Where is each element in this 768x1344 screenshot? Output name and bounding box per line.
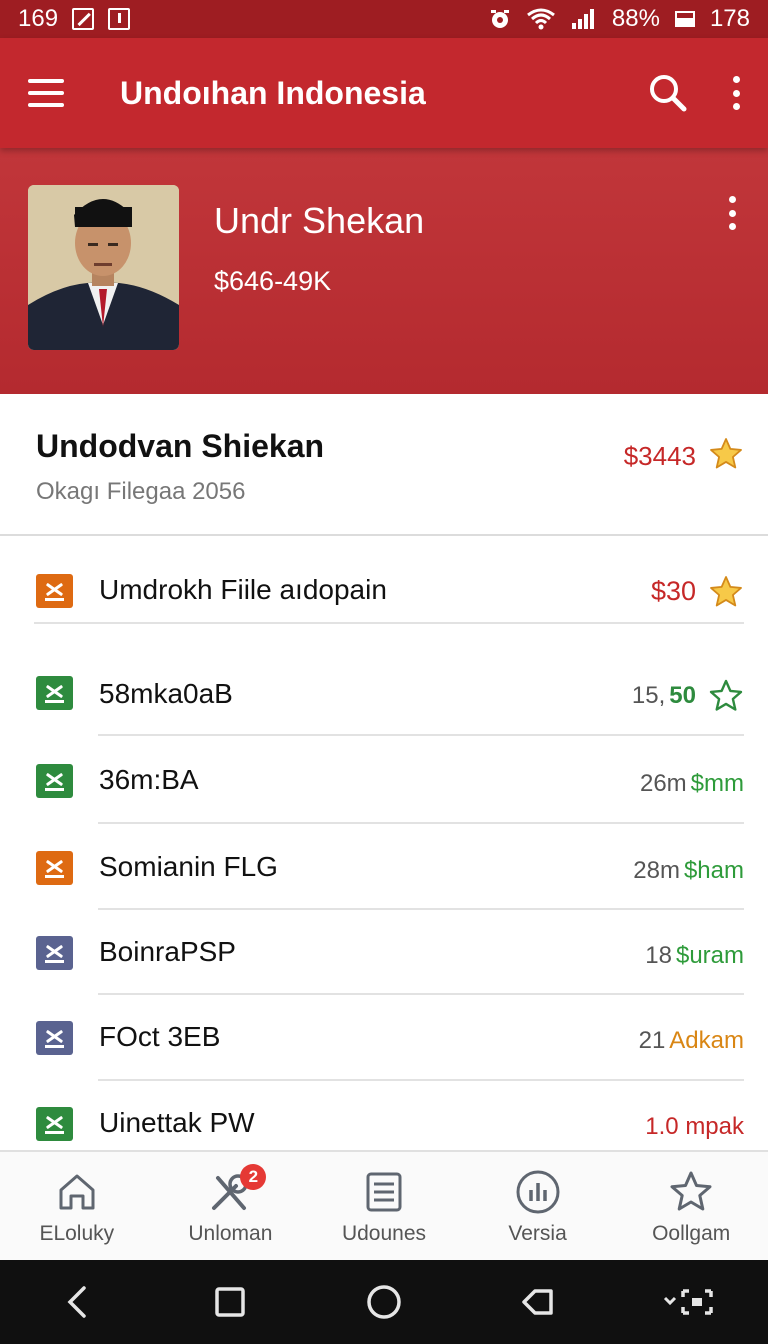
list-icon [366,1172,402,1212]
list-item-quantity: 15, [631,682,666,709]
back-icon[interactable] [47,1272,107,1332]
nav-label: Udounes [341,1222,427,1245]
notification-badge: 2 [240,1164,267,1190]
list-item-quantity: 26m [639,770,687,797]
nav-item-stats[interactable]: Versia [461,1152,615,1260]
list-item-meta: 15, 50 [632,682,696,710]
divider [34,622,744,624]
star-icon[interactable] [708,436,744,472]
list-item-meta: 21 Adkam [639,1027,744,1055]
nav-label: ELoluky [39,1222,115,1245]
nav-item-home[interactable]: ELoluky [0,1152,154,1260]
status-number-right: 178 [709,5,750,32]
list-item-meta: 28m $ham [633,857,744,885]
list-item-meta: 18 $uram [645,942,744,970]
assist-icon[interactable] [508,1272,568,1332]
file-icon [36,851,73,885]
recents-icon[interactable] [200,1272,260,1332]
status-bar: 169 88% 178 [0,0,768,38]
list-item-meta: 26m $mm [640,770,744,798]
list-item[interactable]: 58mka0aB 15, 50 [0,640,768,736]
menu-icon[interactable] [28,79,64,107]
list-item-quantity: 21 [638,1027,666,1054]
system-navigation [0,1260,768,1344]
star-outline-icon[interactable] [708,678,744,714]
summary-name: Undodvan Shiekan [36,428,325,464]
battery-icon [674,11,695,27]
home-icon [59,1174,95,1210]
list-item-label: Somianin FLG [99,851,278,882]
screenshot-icon[interactable] [661,1272,721,1332]
list-item-label: 58mka0aB [99,678,233,709]
list-item-value: $ham [683,857,744,884]
list-item-label: Umdrokh Fiile aıdopain [99,574,387,605]
chart-icon [516,1170,560,1214]
list-item-label: 36m:BA [99,764,199,795]
list-item-quantity: 18 [645,942,672,969]
bottom-navigation: ELoluky 2 Unloman Udounes Versia Oollgam [0,1150,768,1260]
file-icon [36,936,73,970]
nav-label: Oollgam [652,1222,731,1245]
file-icon [36,764,73,798]
battery-percent: 88% [611,5,660,32]
list-item-value: $30 [650,576,696,606]
app-bar: Undoıhan Indonesia [0,38,768,148]
status-right: 88% 178 [488,5,750,33]
list-item-value: Adkam [669,1027,744,1054]
home-button-icon[interactable] [354,1272,414,1332]
list-item-quantity: 28m [633,857,680,884]
list-item-meta: 1.0 mpak [645,1113,744,1141]
profile-header: Undr Shekan $646-49K [0,148,768,394]
profile-amount: $646-49K [214,266,332,296]
file-icon [36,574,73,608]
profile-more-icon[interactable] [728,196,736,230]
status-left: 169 [18,5,131,33]
list-item[interactable]: 36m:BA 26m $mm [0,736,768,824]
summary-price: $3443 [623,441,696,471]
list-item[interactable]: BoinraPSP 18 $uram [0,910,768,995]
file-icon [36,1021,73,1055]
list-item-label: Uinettak PW [99,1107,255,1138]
avatar[interactable] [28,185,179,350]
list-item[interactable]: Umdrokh Fiile aıdopain $30 [0,538,768,624]
alarm-icon [490,10,509,28]
profile-name: Undr Shekan [214,200,425,241]
nav-label: Versia [508,1222,567,1245]
list-item-meta: $30 [651,576,696,607]
signal-icon [571,9,594,29]
info-icon [108,8,131,30]
star-icon [670,1171,712,1211]
list-item-value: 50 [669,682,696,709]
app-title: Undoıhan Indonesia [120,74,426,111]
list-item-value: $mm [690,770,744,797]
nav-item-tools[interactable]: 2 Unloman [154,1152,308,1260]
list-item-label: FOct 3EB [99,1021,221,1052]
list-item-value: $uram [675,942,744,969]
nav-label: Unloman [188,1222,273,1245]
list-item[interactable]: Uinettak PW 1.0 mpak [0,1081,768,1150]
file-icon [36,1107,73,1141]
summary-subtitle: Okagı Filegaa 2056 [36,478,246,505]
search-icon[interactable] [648,73,688,113]
wifi-icon [526,8,555,30]
list-item[interactable]: Somianin FLG 28m $ham [0,824,768,910]
status-number-left: 169 [18,5,59,32]
list-item-label: BoinraPSP [99,936,236,967]
file-icon [36,676,73,710]
more-options-icon[interactable] [732,76,740,110]
summary-card[interactable]: Undodvan Shiekan Okagı Filegaa 2056 $344… [0,394,768,536]
nav-item-favorites[interactable]: Oollgam [614,1152,768,1260]
app-actions [648,73,740,113]
file-list: Umdrokh Fiile aıdopain $30 58mka0aB 15, … [0,538,768,1150]
star-icon[interactable] [708,574,744,610]
notification-icon [72,8,95,30]
nav-item-list[interactable]: Udounes [307,1152,461,1260]
list-item[interactable]: FOct 3EB 21 Adkam [0,995,768,1081]
list-item-value: 1.0 mpak [645,1113,744,1140]
